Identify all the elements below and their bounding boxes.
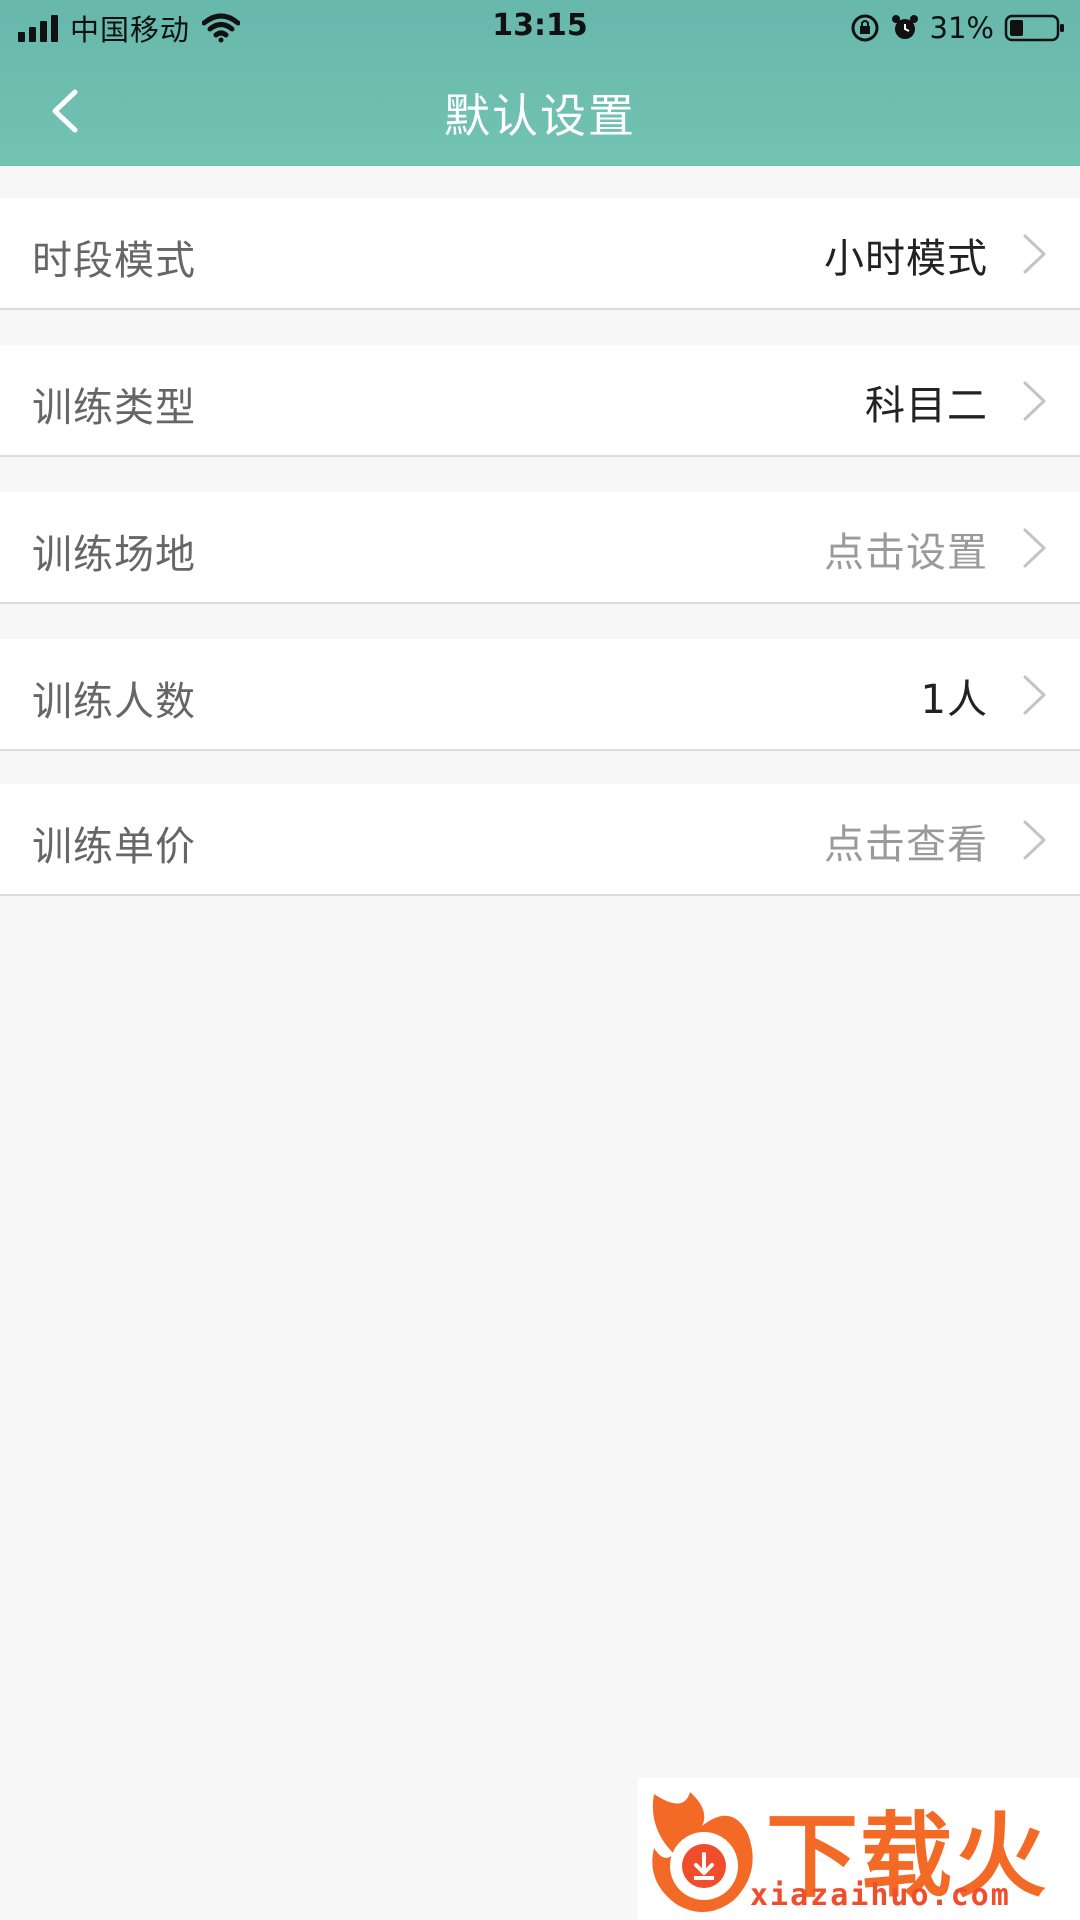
settings-row-training-venue[interactable]: 训练场地 点击设置 — [0, 492, 1080, 604]
status-bar: 中国移动 13:15 31% — [0, 0, 1080, 54]
row-value: 科目二 — [865, 383, 988, 429]
rotation-lock-icon — [851, 14, 879, 42]
row-label: 训练场地 — [32, 532, 196, 578]
settings-row-time-mode[interactable]: 时段模式 小时模式 — [0, 198, 1080, 310]
chevron-right-icon — [1023, 675, 1046, 715]
watermark: 下载火 xiazaihuo.com — [638, 1778, 1080, 1920]
settings-row-training-type[interactable]: 训练类型 科目二 — [0, 345, 1080, 457]
watermark-url: xiazaihuo.com — [750, 1878, 1011, 1913]
battery-percent: 31% — [929, 11, 994, 45]
nav-bar: 默认设置 — [0, 54, 1080, 166]
settings-row-unit-price[interactable]: 训练单价 点击查看 — [0, 784, 1080, 896]
chevron-right-icon — [1023, 820, 1046, 860]
page-title: 默认设置 — [444, 89, 636, 143]
alarm-icon — [891, 15, 918, 39]
row-value: 点击设置 — [824, 530, 988, 576]
row-label: 训练人数 — [32, 679, 196, 725]
row-label: 训练单价 — [32, 824, 196, 870]
chevron-right-icon — [1023, 381, 1046, 421]
row-value: 小时模式 — [824, 236, 988, 282]
chevron-right-icon — [1023, 234, 1046, 274]
flame-logo-icon — [652, 1792, 753, 1913]
row-value: 点击查看 — [824, 822, 988, 868]
settings-row-trainee-count[interactable]: 训练人数 1人 — [0, 639, 1080, 751]
chevron-right-icon — [1023, 528, 1046, 568]
battery-icon — [1004, 14, 1064, 42]
app-header: 中国移动 13:15 31% 默认设置 — [0, 0, 1080, 166]
status-right: 31% — [850, 8, 1066, 48]
row-label: 时段模式 — [32, 238, 196, 284]
row-value: 1人 — [920, 677, 988, 723]
row-label: 训练类型 — [32, 385, 196, 431]
